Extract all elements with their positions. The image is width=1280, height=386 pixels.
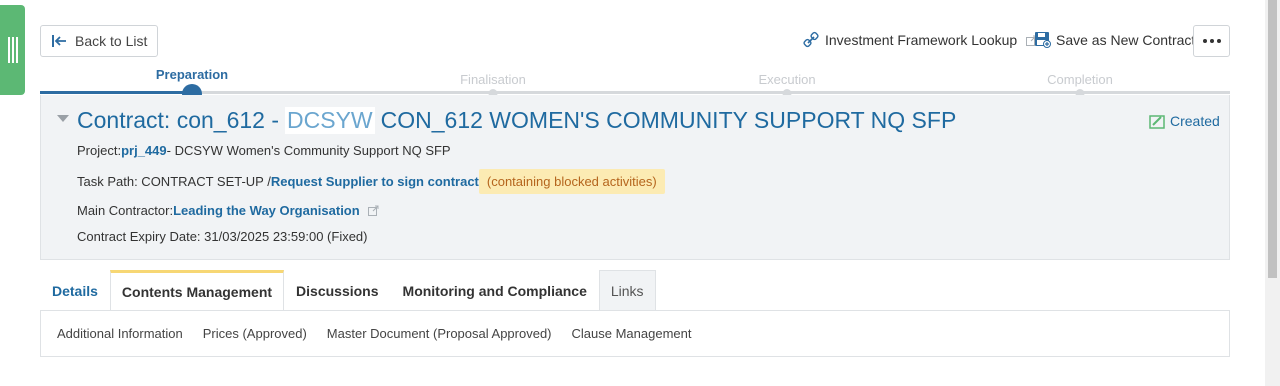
contract-title: Contract: con_612 - DCSYW CON_612 WOMEN'… (77, 107, 956, 134)
more-actions-button[interactable] (1193, 25, 1230, 57)
save-icon (1035, 32, 1051, 48)
contract-summary-panel: Contract: con_612 - DCSYW CON_612 WOMEN'… (40, 95, 1230, 260)
task-path-row: Task Path: CONTRACT SET-UP / Request Sup… (77, 169, 665, 194)
status-badge: Created (1149, 113, 1220, 129)
more-dots-icon (1202, 39, 1207, 43)
tab-contents-management[interactable]: Contents Management (109, 270, 285, 311)
main-contractor-label: Main Contractor: (77, 203, 174, 218)
status-label: Created (1170, 113, 1220, 129)
back-to-list-button[interactable]: Back to List (40, 25, 159, 57)
edit-status-icon (1149, 114, 1165, 129)
contents-management-subnav: Additional Information Prices (Approved)… (40, 310, 1230, 357)
save-as-new-label: Save as New Contract (1056, 31, 1196, 48)
title-rest: CON_612 WOMEN'S COMMUNITY SUPPORT NQ SFP (380, 107, 957, 133)
sublink-master-document[interactable]: Master Document (Proposal Approved) (327, 326, 552, 341)
vertical-scrollbar[interactable] (1265, 0, 1280, 386)
title-prefix: Contract: con_612 - (77, 107, 280, 133)
investment-framework-lookup-link[interactable]: Investment Framework Lookup (803, 31, 1037, 49)
stage-progress-bar: Preparation Finalisation Execution Compl… (40, 66, 1230, 104)
tab-discussions[interactable]: Discussions (284, 270, 390, 311)
task-link[interactable]: Request Supplier to sign contract (271, 174, 479, 189)
main-contractor-link[interactable]: Leading the Way Organisation (173, 203, 360, 218)
back-arrow-icon (52, 35, 66, 47)
contract-expiry-row: Contract Expiry Date: 31/03/2025 23:59:0… (77, 229, 368, 244)
main-contractor-row: Main Contractor: Leading the Way Organis… (77, 203, 379, 218)
stage-finalisation: Finalisation (460, 72, 526, 87)
project-name: - DCSYW Women's Community Support NQ SFP (166, 143, 451, 158)
progress-track (40, 91, 1230, 94)
project-link[interactable]: prj_449 (121, 143, 167, 158)
task-path-label: Task Path: CONTRACT SET-UP / (77, 174, 271, 189)
blocked-activities-badge: (containing blocked activities) (478, 169, 665, 194)
external-link-icon[interactable] (367, 205, 379, 216)
stage-execution: Execution (758, 72, 816, 87)
scrollbar-thumb[interactable] (1268, 0, 1277, 278)
tab-details[interactable]: Details (40, 270, 110, 311)
tab-links[interactable]: Links (598, 270, 656, 311)
project-label: Project: (77, 143, 122, 158)
stage-preparation: Preparation (155, 67, 229, 82)
lookup-link-icon (803, 31, 819, 48)
investment-lookup-label: Investment Framework Lookup (825, 32, 1018, 48)
contract-tabs: Details Contents Management Discussions … (40, 270, 656, 311)
sublink-clause-management[interactable]: Clause Management (572, 326, 692, 341)
title-code: DCSYW (285, 107, 375, 134)
side-panel-handle[interactable] (0, 5, 25, 95)
save-as-new-contract-link[interactable]: Save as New Contract (1034, 31, 1195, 48)
sublink-prices-approved[interactable]: Prices (Approved) (203, 326, 307, 341)
project-row: Project: prj_449 - DCSYW Women's Communi… (77, 143, 451, 158)
tab-monitoring-and-compliance[interactable]: Monitoring and Compliance (391, 270, 599, 311)
sublink-additional-information[interactable]: Additional Information (57, 326, 183, 341)
collapse-caret-icon[interactable] (57, 115, 69, 122)
progress-fill (40, 91, 192, 94)
drag-handle-icon (7, 37, 18, 63)
back-to-list-label: Back to List (75, 33, 148, 49)
stage-completion: Completion (1047, 72, 1113, 87)
